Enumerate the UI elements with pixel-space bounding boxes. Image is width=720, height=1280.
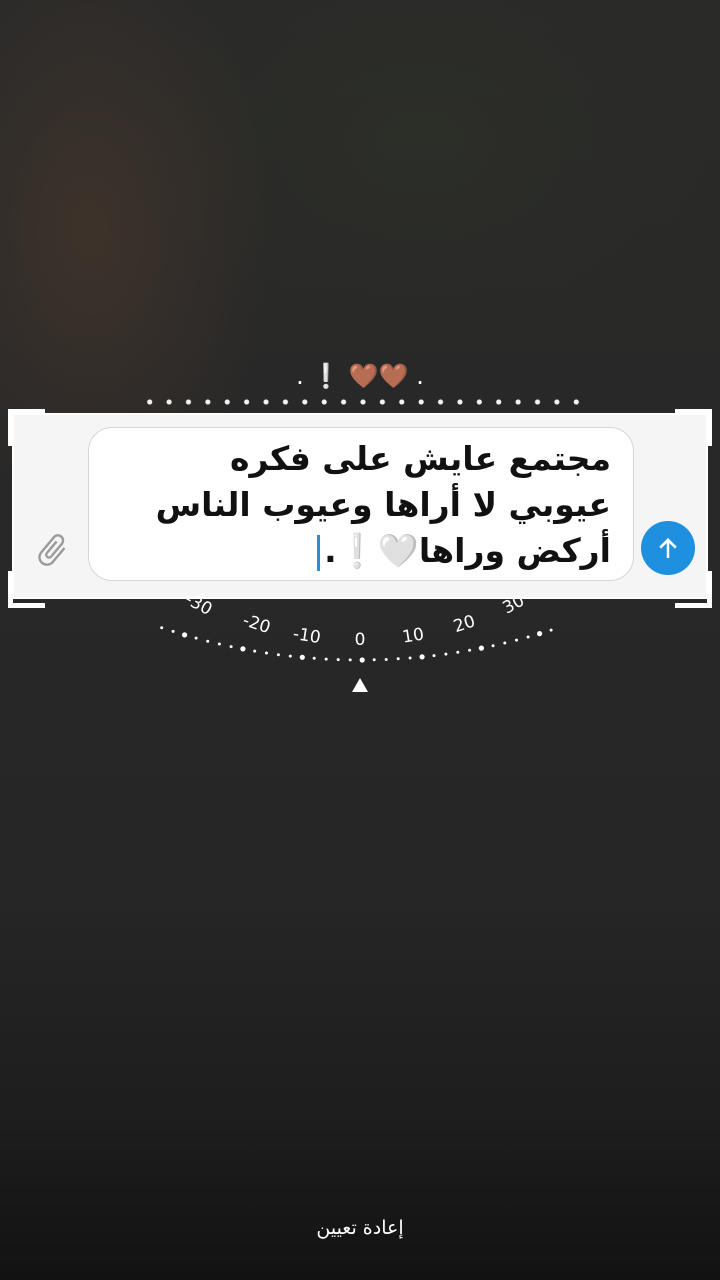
dial-tick [194, 636, 198, 640]
dial-tick [217, 642, 221, 646]
dial-tick [229, 645, 233, 649]
send-button[interactable] [641, 521, 695, 575]
dial-tick [537, 631, 543, 637]
dial-tick [276, 653, 280, 657]
paperclip-icon [38, 534, 66, 566]
dial-tick [324, 657, 328, 661]
dial-tick [206, 639, 210, 643]
dial-label-0: 0 [355, 630, 366, 650]
dial-tick [265, 651, 268, 655]
dial-tick [526, 635, 530, 639]
message-input[interactable]: مجتمع عايش على فكره عيوبي لا أراها وعيوب… [88, 427, 634, 581]
triangle-up-icon [352, 678, 368, 692]
dial-tick [549, 628, 553, 632]
rotation-dial[interactable]: -30 -20 -10 0 10 20 30 [0, 595, 720, 705]
dial-tick [182, 632, 188, 638]
dial-label-minus-20: -20 [240, 610, 273, 638]
text-cursor [317, 534, 321, 571]
dial-tick [288, 654, 292, 658]
dial-label-20: 20 [451, 611, 478, 637]
message-line-1: مجتمع عايش على فكره [230, 439, 611, 478]
dial-tick [408, 656, 412, 660]
dial-tick [312, 656, 316, 660]
message-line-3: أركض وراها🤍❕. [111, 528, 611, 574]
dial-tick [503, 641, 507, 645]
arrow-up-icon [659, 538, 677, 558]
message-line-3-text: أركض وراها🤍❕. [324, 531, 611, 570]
dial-tick [515, 638, 518, 642]
dial-tick [478, 645, 484, 651]
dial-tick [444, 652, 448, 656]
dial-tick [372, 658, 376, 662]
dial-tick [456, 650, 460, 654]
message-line-2: عيوبي لا أراها وعيوب الناس [155, 485, 611, 524]
dial-label-minus-30: -30 [181, 595, 215, 620]
dial-tick [253, 649, 257, 653]
crop-handle-top-left[interactable] [8, 409, 45, 446]
photo-editor-screen: . 🤎🤎 ❕ . مجتمع عايش على فكره عيوبي لا أر… [0, 0, 720, 1280]
attach-button[interactable] [30, 528, 74, 572]
dial-tick [299, 654, 305, 660]
caption-text: . 🤎🤎 ❕ . [296, 362, 424, 390]
dial-tick [171, 629, 175, 633]
dial-label-10: 10 [401, 624, 426, 647]
dial-tick [396, 657, 400, 661]
dial-tick [419, 654, 425, 660]
dial-tick [240, 646, 246, 652]
dial-tick [336, 658, 340, 662]
dotted-divider [140, 398, 585, 406]
dial-tick [432, 654, 436, 658]
dial-label-30: 30 [499, 595, 527, 618]
dial-tick [160, 626, 164, 630]
dial-label-minus-10: -10 [291, 624, 322, 648]
dial-tick [348, 658, 352, 662]
crop-handle-top-right[interactable] [675, 409, 712, 446]
dial-tick [359, 657, 365, 663]
reset-button[interactable]: إعادة تعيين [260, 1210, 460, 1246]
dial-tick [384, 658, 388, 661]
dial-tick [491, 644, 495, 648]
dial-tick [468, 648, 472, 652]
